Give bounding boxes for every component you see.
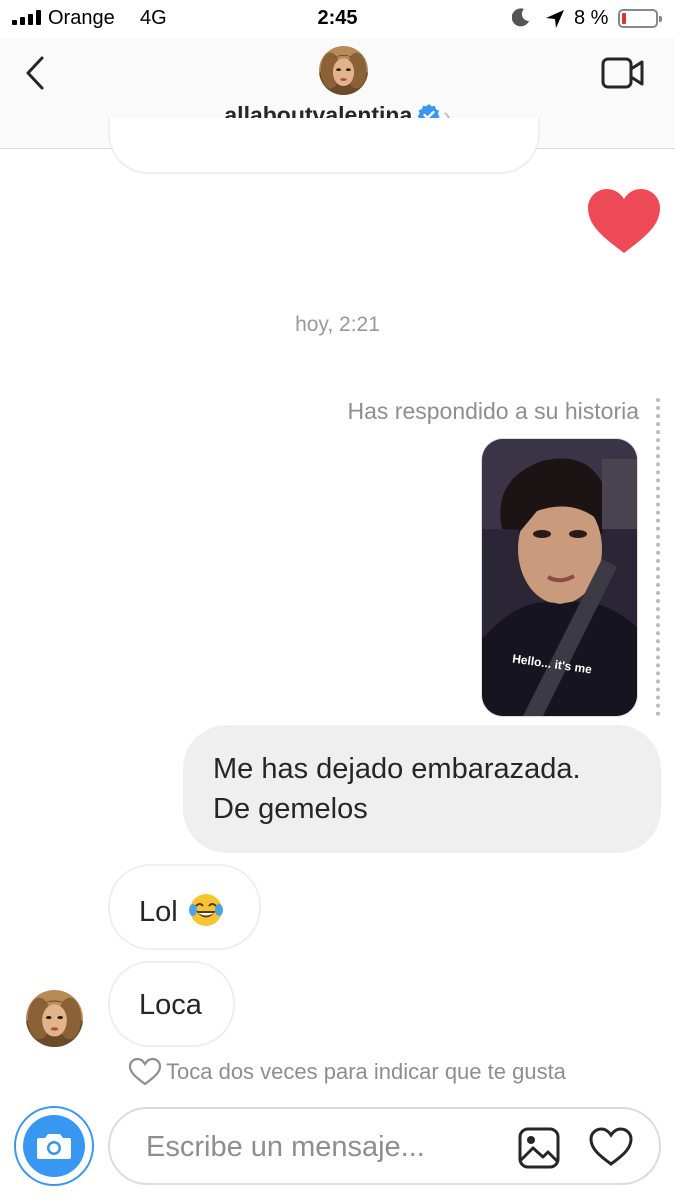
heart-icon — [588, 189, 660, 253]
like-button[interactable] — [588, 1126, 634, 1168]
sender-avatar[interactable] — [26, 118, 83, 174]
video-call-button[interactable] — [598, 54, 648, 94]
back-arrow-icon — [26, 56, 44, 90]
hint-text: Toca dos veces para indicar que te gusta — [166, 1059, 566, 1084]
gallery-icon — [518, 1127, 560, 1169]
camera-button[interactable] — [14, 1106, 94, 1186]
battery-icon — [618, 9, 662, 28]
message-timestamp: hoy, 2:21 — [295, 313, 380, 336]
battery-percent: 8 % — [574, 7, 609, 29]
heart-outline-icon — [128, 1057, 162, 1086]
sent-message-line: Me has dejado embarazada. — [213, 753, 581, 785]
story-thumbnail[interactable]: Hello... it's me — [481, 438, 638, 717]
story-reply-indicator — [656, 398, 660, 716]
gallery-button[interactable] — [517, 1126, 561, 1170]
sent-message-bubble[interactable]: Me has dejado embarazada. De gemelos — [183, 725, 661, 853]
avatar-image — [26, 990, 83, 1047]
sender-avatar[interactable] — [26, 990, 83, 1047]
avatar-image — [26, 118, 83, 174]
story-image — [482, 439, 637, 716]
received-message-text: Loca — [139, 989, 202, 1021]
received-message-bubble[interactable]: Loca — [108, 961, 235, 1047]
do-not-disturb-icon — [511, 7, 530, 33]
received-message-text: Lol — [139, 896, 178, 928]
battery-level-fill — [622, 13, 626, 24]
double-tap-like-hint: Toca dos veces para indicar que te gusta — [128, 1057, 566, 1087]
header-avatar[interactable] — [319, 46, 368, 95]
message-composer — [108, 1107, 661, 1185]
back-button[interactable] — [18, 52, 58, 96]
heart-outline-icon — [589, 1127, 633, 1166]
location-arrow-icon — [544, 8, 566, 36]
story-reply-note: Has respondido a su historia — [347, 398, 640, 424]
camera-icon — [37, 1134, 71, 1159]
received-message-bubble[interactable]: Lol — [108, 864, 261, 950]
tears-of-joy-emoji-icon — [188, 894, 223, 926]
heart-like-message[interactable] — [586, 187, 662, 257]
status-bar: Orange 4G 2:45 8 % — [0, 0, 675, 38]
video-call-icon — [601, 57, 644, 89]
message-input[interactable] — [146, 1127, 476, 1167]
avatar-image — [319, 46, 368, 95]
sent-message-line: De gemelos — [213, 793, 368, 825]
received-message-bubble[interactable] — [108, 118, 540, 174]
